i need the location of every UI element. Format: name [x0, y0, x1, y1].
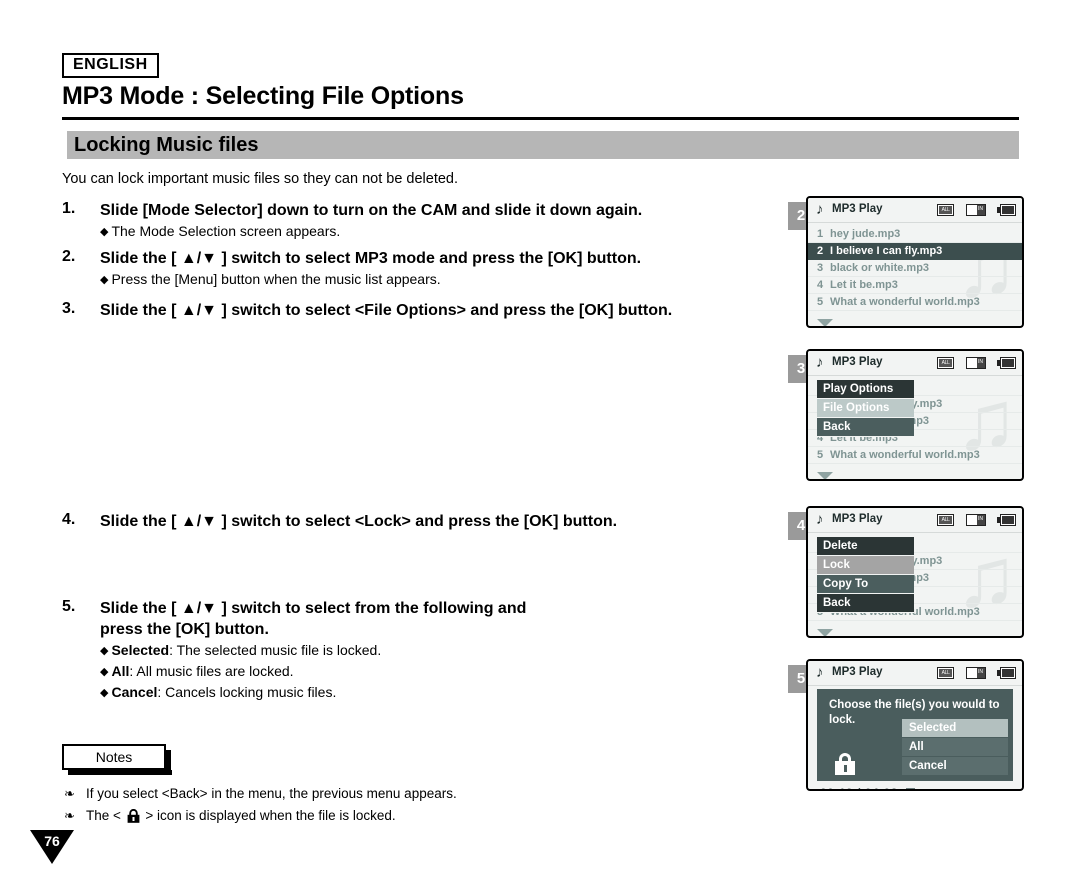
diamond-bullet-icon: ◆: [100, 645, 109, 657]
step-5-bullet-all: ◆ All: All music files are locked.: [100, 663, 294, 679]
repeat-all-icon: ALL: [937, 667, 955, 679]
note-item: ❧ The < > icon is displayed when the file…: [64, 805, 457, 827]
lcd-screen-5: ♪ MP3 Play ALL IN ♫ 00:19 / 04:02 Choose…: [806, 659, 1024, 791]
lcd-title: MP3 Play: [832, 666, 883, 678]
step-2-bullet-1: ◆ Press the [Menu] button when the music …: [100, 271, 441, 287]
dialog-option-all[interactable]: All: [902, 738, 1008, 757]
menu-item-play-options[interactable]: Play Options: [817, 380, 914, 399]
step-1-number: 1.: [62, 200, 76, 217]
status-icons: ALL IN: [930, 204, 1016, 217]
file-options-menu: Delete Lock Copy To Back: [817, 537, 914, 613]
notes-label: Notes: [62, 744, 172, 775]
music-note-icon: ♪: [816, 354, 824, 371]
repeat-all-icon: ALL: [937, 514, 955, 526]
scroll-down-icon[interactable]: [817, 319, 833, 326]
language-label: ENGLISH: [62, 53, 159, 78]
lcd-screen-4: ♪ MP3 Play ALL IN ♫ 1hey jude.mp3 2I bel…: [806, 506, 1024, 638]
lock-icon: [127, 808, 140, 823]
music-note-icon: ♪: [816, 664, 824, 681]
step-4-text: Slide the [ ▲/▼ ] switch to select <Lock…: [100, 513, 618, 530]
playback-timecode: 00:19 / 04:02: [820, 786, 915, 789]
menu-item-back[interactable]: Back: [817, 418, 914, 437]
clover-bullet-icon: ❧: [64, 808, 75, 823]
step-1-bullet-1: ◆ The Mode Selection screen appears.: [100, 223, 341, 239]
title-divider: [62, 117, 1019, 120]
intro-text: You can lock important music files so th…: [62, 171, 459, 187]
battery-icon: [997, 204, 1016, 216]
notes-list: ❧ If you select <Back> in the menu, the p…: [64, 783, 457, 827]
step-4-number: 4.: [62, 511, 76, 528]
battery-icon: [997, 357, 1016, 369]
manual-page: ENGLISH MP3 Mode : Selecting File Option…: [0, 0, 1080, 880]
diamond-bullet-icon: ◆: [100, 666, 109, 678]
track-row[interactable]: 1hey jude.mp3: [808, 226, 1022, 243]
page-title: MP3 Mode : Selecting File Options: [62, 82, 464, 110]
internal-memory-icon: IN: [965, 514, 986, 526]
stop-icon: [905, 788, 915, 789]
scroll-down-icon[interactable]: [817, 629, 833, 636]
repeat-all-icon: ALL: [937, 204, 955, 216]
menu-item-back[interactable]: Back: [817, 594, 914, 613]
lock-icon: [835, 753, 855, 775]
music-note-icon: ♪: [816, 201, 824, 218]
lcd-title: MP3 Play: [832, 356, 883, 368]
battery-icon: [997, 667, 1016, 679]
lcd-body: ♫ 1hey jude.mp3 2I believe I can fly.mp3…: [808, 223, 1022, 326]
track-list: 1hey jude.mp3 2I believe I can fly.mp3 3…: [808, 223, 1022, 311]
internal-memory-icon: IN: [965, 667, 986, 679]
step-3-number: 3.: [62, 300, 76, 317]
step-5-bullet-selected: ◆ Selected: The selected music file is lo…: [100, 642, 382, 658]
diamond-bullet-icon: ◆: [100, 274, 109, 286]
section-title: Locking Music files: [74, 134, 259, 156]
menu-item-lock[interactable]: Lock: [817, 556, 914, 575]
status-icons: ALL IN: [930, 514, 1016, 527]
track-row[interactable]: 3black or white.mp3: [808, 260, 1022, 277]
step-5-bullet-cancel: ◆ Cancel: Cancels locking music files.: [100, 684, 337, 700]
track-row-selected[interactable]: 2I believe I can fly.mp3: [808, 243, 1022, 260]
internal-memory-icon: IN: [965, 357, 986, 369]
menu-item-delete[interactable]: Delete: [817, 537, 914, 556]
repeat-all-icon: ALL: [937, 357, 955, 369]
clover-bullet-icon: ❧: [64, 786, 75, 801]
battery-icon: [997, 514, 1016, 526]
note-item: ❧ If you select <Back> in the menu, the p…: [64, 783, 457, 805]
page-number-badge: 76: [30, 830, 74, 864]
options-menu: Play Options File Options Back: [817, 380, 914, 437]
dialog-option-cancel[interactable]: Cancel: [902, 757, 1008, 776]
page-number: 76: [44, 833, 60, 849]
internal-memory-icon: IN: [965, 204, 986, 216]
lcd-body: ♫ 00:19 / 04:02 Choose the file(s) you w…: [808, 686, 1022, 789]
dialog-option-selected[interactable]: Selected: [902, 719, 1008, 738]
step-5-text-line1: Slide the [ ▲/▼ ] switch to select from …: [100, 600, 527, 617]
step-5-number: 5.: [62, 598, 76, 615]
status-icons: ALL IN: [930, 357, 1016, 370]
step-5-text-line2: press the [OK] button.: [100, 621, 269, 638]
scroll-down-icon[interactable]: [817, 472, 833, 479]
step-3-text: Slide the [ ▲/▼ ] switch to select <File…: [100, 302, 673, 319]
lcd-body: ♫ 1hey jude.mp3 2I believe I can fly.mp3…: [808, 376, 1022, 479]
menu-item-file-options[interactable]: File Options: [817, 399, 914, 418]
track-row[interactable]: 5What a wonderful world.mp3: [808, 294, 1022, 311]
status-icons: ALL IN: [930, 667, 1016, 680]
lcd-title: MP3 Play: [832, 513, 883, 525]
dialog-options: Selected All Cancel: [902, 719, 1008, 776]
lcd-screen-2: ♪ MP3 Play ALL IN ♫ 1 hey jude.mp3 2I bel…: [806, 196, 1024, 328]
diamond-bullet-icon: ◆: [100, 687, 109, 699]
lcd-screen-3: ♪ MP3 Play ALL IN ♫ 1hey jude.mp3 2I bel…: [806, 349, 1024, 481]
step-2-text: Slide the [ ▲/▼ ] switch to select MP3 m…: [100, 250, 642, 267]
track-row[interactable]: 5What a wonderful world.mp3: [808, 447, 1022, 464]
step-1-text: Slide [Mode Selector] down to turn on th…: [100, 202, 643, 219]
lcd-body: ♫ 1hey jude.mp3 2I believe I can fly.mp3…: [808, 533, 1022, 636]
menu-item-copy-to[interactable]: Copy To: [817, 575, 914, 594]
diamond-bullet-icon: ◆: [100, 226, 109, 238]
music-note-icon: ♪: [816, 511, 824, 528]
step-2-number: 2.: [62, 248, 76, 265]
lock-confirm-dialog: Choose the file(s) you would to lock. Se…: [817, 689, 1013, 781]
lcd-title: MP3 Play: [832, 203, 883, 215]
track-row[interactable]: 4Let it be.mp3: [808, 277, 1022, 294]
